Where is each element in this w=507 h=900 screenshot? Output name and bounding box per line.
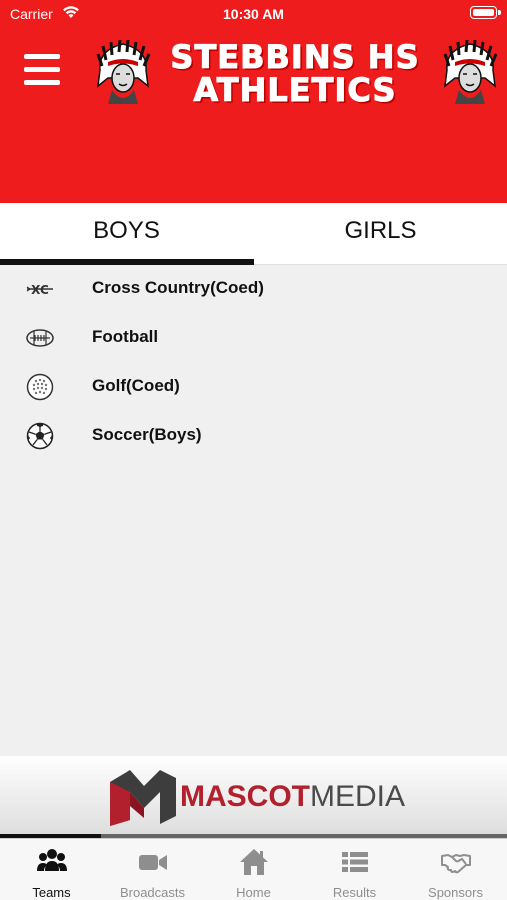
nav-sponsors[interactable]: Sponsors [405,839,506,900]
nav-results[interactable]: Results [304,839,405,900]
hamburger-menu-button[interactable] [24,54,60,86]
golf-ball-icon [26,373,54,401]
status-bar: Carrier 10:30 AM [0,0,507,28]
nav-label: Teams [32,885,71,900]
sponsor-banner[interactable]: MASCOTMEDIA [0,756,507,838]
cross-country-icon: XC [26,283,53,297]
nav-label: Sponsors [428,885,483,900]
nav-label: Results [332,885,377,900]
nav-teams[interactable]: Teams [1,839,102,900]
sport-label: Golf(Coed) [92,376,180,395]
football-icon [26,329,54,347]
gender-tabs: BOYS GIRLS [0,203,507,265]
tab-boys[interactable]: BOYS [0,203,253,265]
list-item-golf[interactable]: Golf(Coed) [0,363,507,412]
nav-broadcasts[interactable]: Broadcasts [102,839,203,900]
video-camera-icon [139,855,167,870]
sports-list: XC Cross Country(Coed) Football Golf(Coe… [0,265,507,461]
tab-girls[interactable]: GIRLS [254,203,507,265]
nav-label: Broadcasts [119,885,186,900]
teams-icon [37,849,67,871]
nav-home[interactable]: Home [203,839,304,900]
list-item-cross-country[interactable]: XC Cross Country(Coed) [0,265,507,314]
soccer-ball-icon [26,422,54,450]
sport-label: Cross Country(Coed) [92,278,264,297]
bottom-tab-bar: Teams Broadcasts Home Results Sponsors [0,838,507,900]
sport-label: Football [92,327,159,346]
home-icon [240,849,268,875]
header-title-line1: STEBBINS HS [170,38,420,76]
clock: 10:30 AM [223,6,284,22]
svg-text:XC: XC [31,283,49,297]
mascot-media-wordmark: MASCOTMEDIA [180,780,406,813]
list-item-soccer[interactable]: Soccer(Boys) [0,412,507,461]
handshake-icon [441,854,471,874]
mascot-logo-right [443,40,498,104]
header-title-line2: ATHLETICS [193,71,397,109]
mascot-logo-left [96,40,151,104]
mascot-media-logo-icon [110,770,176,826]
list-icon [342,852,368,872]
nav-label: Home [236,885,271,900]
app-header: Carrier 10:30 AM STEBBINS HS ATHLETICS [0,0,507,203]
sport-label: Soccer(Boys) [92,425,202,444]
list-item-football[interactable]: Football [0,314,507,363]
battery-icon [470,6,501,19]
